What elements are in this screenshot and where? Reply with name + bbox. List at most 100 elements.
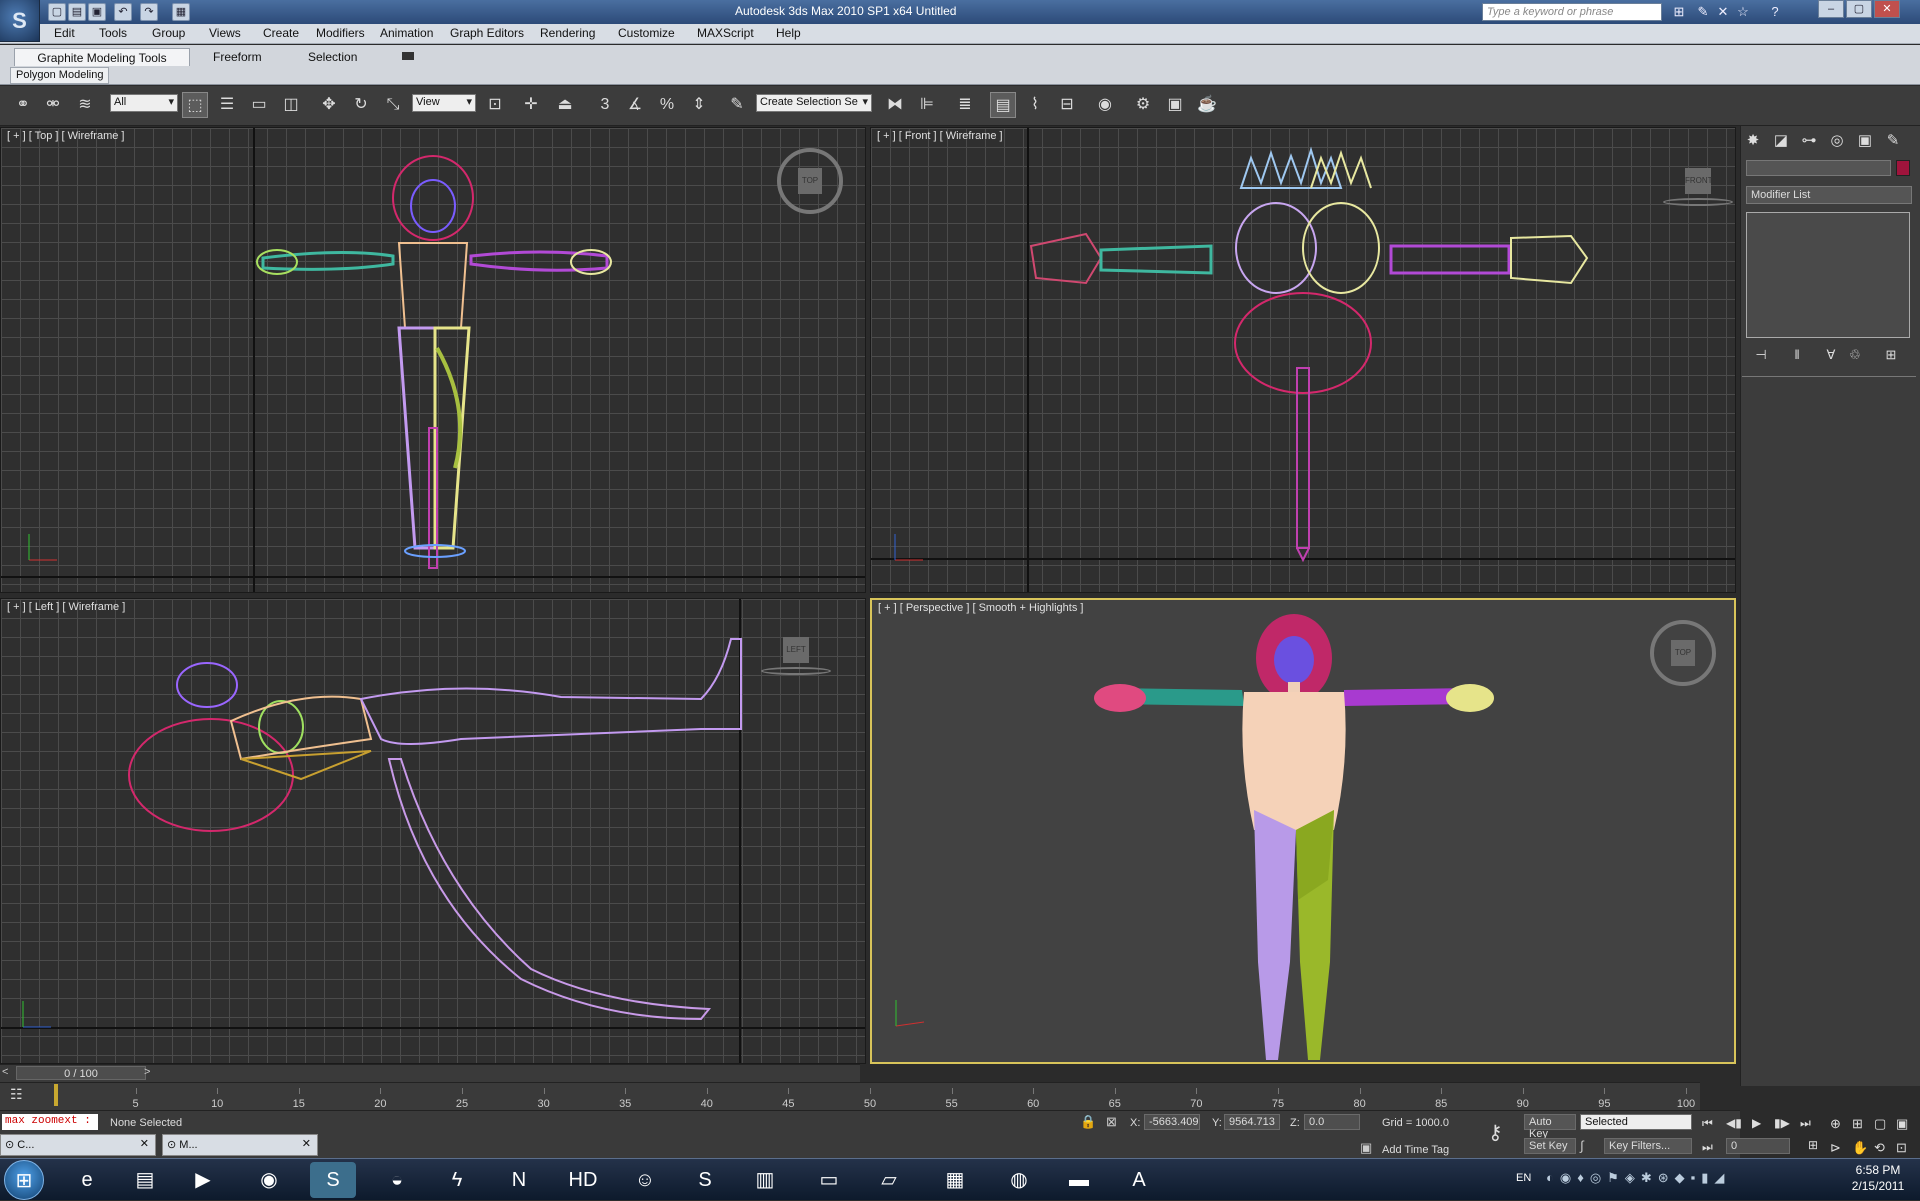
zoom-extents-icon[interactable]: ▢ xyxy=(1874,1116,1886,1132)
rectangular-selection-icon[interactable]: ▭ xyxy=(246,92,272,118)
zoom-extents-all-icon[interactable]: ▣ xyxy=(1896,1116,1908,1132)
graphite-toggle-icon[interactable]: ▤ xyxy=(990,92,1016,118)
next-frame-icon[interactable]: ▮▶ xyxy=(1774,1116,1790,1130)
material-editor-icon[interactable]: ◉ xyxy=(1092,92,1118,118)
viewport-top[interactable]: [ + ] [ Top ] [ Wireframe ] TOP xyxy=(0,127,866,593)
maximize-button[interactable]: ▢ xyxy=(1846,0,1872,18)
menu-help[interactable]: Help xyxy=(776,26,801,40)
app-icon-1[interactable]: ◒ xyxy=(374,1162,420,1198)
set-key-icon[interactable]: ⚷ xyxy=(1488,1120,1503,1145)
menu-animation[interactable]: Animation xyxy=(380,26,433,40)
file-explorer-icon[interactable]: ▤ xyxy=(122,1162,168,1198)
z-coordinate-field[interactable]: 0.0 xyxy=(1304,1114,1360,1130)
selection-filter-dropdown[interactable]: All xyxy=(110,94,178,112)
app-icon-2[interactable]: N xyxy=(496,1162,542,1198)
app-icon-4[interactable]: ▱ xyxy=(866,1162,912,1198)
minimized-window-2-close-icon[interactable]: ✕ xyxy=(302,1137,311,1150)
bind-space-warp-icon[interactable]: ≋ xyxy=(72,92,98,118)
spinner-snap-icon[interactable]: ⇕ xyxy=(686,92,712,118)
new-file-icon[interactable]: ▢ xyxy=(48,3,66,21)
rendered-frame-window-icon[interactable]: ▣ xyxy=(1162,92,1188,118)
application-button[interactable]: S xyxy=(0,0,40,42)
configure-modifier-sets-icon[interactable]: ⊞ xyxy=(1880,344,1902,366)
percent-snap-icon[interactable]: % xyxy=(654,92,680,118)
start-button[interactable]: ⊞ xyxy=(4,1160,44,1200)
firefox-icon[interactable]: ◉ xyxy=(246,1162,292,1198)
zoom-icon[interactable]: ⊕ xyxy=(1830,1116,1841,1132)
menu-modifiers[interactable]: Modifiers xyxy=(316,26,365,40)
app-icon-7[interactable]: A xyxy=(1116,1162,1162,1198)
winrar-icon[interactable]: ▥ xyxy=(742,1162,788,1198)
minimized-window-1-close-icon[interactable]: ✕ xyxy=(140,1137,149,1150)
angle-snap-icon[interactable]: ∡ xyxy=(622,92,648,118)
minimized-window-1[interactable]: ⊙ C... ✕ xyxy=(0,1134,156,1156)
pan-view-icon[interactable]: ✋ xyxy=(1852,1140,1868,1156)
ribbon-options-icon[interactable] xyxy=(402,52,414,60)
project-folder-icon[interactable]: ▦ xyxy=(172,3,190,21)
time-slider-thumb[interactable]: 0 / 100 xyxy=(16,1066,146,1080)
pivot-center-icon[interactable]: ⊡ xyxy=(482,92,508,118)
communication-icon[interactable]: ✕ xyxy=(1714,3,1732,21)
add-time-tag-button[interactable]: Add Time Tag xyxy=(1382,1144,1449,1156)
absolute-mode-icon[interactable]: ⊠ xyxy=(1106,1114,1117,1130)
time-slider-prev-icon[interactable]: < xyxy=(2,1066,8,1078)
close-button[interactable]: ✕ xyxy=(1874,0,1900,18)
flash-icon[interactable]: ϟ xyxy=(434,1162,480,1198)
open-file-icon[interactable]: ▤ xyxy=(68,3,86,21)
edit-named-selection-icon[interactable]: ✎ xyxy=(724,92,750,118)
tab-freeform[interactable]: Freeform xyxy=(205,48,270,66)
current-frame-field[interactable]: 0 xyxy=(1726,1138,1790,1154)
auto-key-button[interactable]: Auto Key xyxy=(1524,1114,1576,1140)
menu-group[interactable]: Group xyxy=(152,26,185,40)
object-color-swatch[interactable] xyxy=(1896,160,1910,176)
tab-selection[interactable]: Selection xyxy=(300,48,365,66)
schematic-view-icon[interactable]: ⊟ xyxy=(1054,92,1080,118)
layer-manager-icon[interactable]: ≣ xyxy=(952,92,978,118)
play-icon[interactable]: ▶ xyxy=(1752,1116,1761,1130)
render-setup-icon[interactable]: ⚙ xyxy=(1130,92,1156,118)
select-by-name-icon[interactable]: ☰ xyxy=(214,92,240,118)
pin-stack-icon[interactable]: ⊣ xyxy=(1750,344,1772,366)
modify-tab-icon[interactable]: ◪ xyxy=(1770,130,1792,152)
select-and-manipulate-icon[interactable]: ✛ xyxy=(518,92,544,118)
mini-curve-editor-icon[interactable]: ☷ xyxy=(10,1086,32,1104)
maximize-viewport-icon[interactable]: ⊡ xyxy=(1896,1140,1907,1156)
curve-editor-icon[interactable]: ⌇ xyxy=(1022,92,1048,118)
display-tab-icon[interactable]: ▣ xyxy=(1854,130,1876,152)
render-production-icon[interactable]: ☕ xyxy=(1194,92,1220,118)
maxscript-listener-field[interactable]: max zoomext : xyxy=(2,1114,98,1130)
calculator-icon[interactable]: ▦ xyxy=(932,1162,978,1198)
menu-edit[interactable]: Edit xyxy=(54,26,75,40)
align-icon[interactable]: ⊫ xyxy=(914,92,940,118)
undo-icon[interactable]: ↶ xyxy=(114,3,132,21)
help-icon[interactable]: ? xyxy=(1766,3,1784,21)
reference-coordinate-dropdown[interactable]: View xyxy=(412,94,476,112)
menu-rendering[interactable]: Rendering xyxy=(540,26,595,40)
app-icon-3[interactable]: HD xyxy=(560,1162,606,1198)
app-icon-5[interactable]: ◍ xyxy=(996,1162,1042,1198)
save-file-icon[interactable]: ▣ xyxy=(88,3,106,21)
show-end-result-icon[interactable]: ‖ xyxy=(1786,344,1808,366)
orbit-icon[interactable]: ⟲ xyxy=(1874,1140,1885,1156)
rotate-icon[interactable]: ↻ xyxy=(348,92,374,118)
help-search-input[interactable]: Type a keyword or phrase xyxy=(1482,3,1662,21)
menu-tools[interactable]: Tools xyxy=(99,26,127,40)
hierarchy-tab-icon[interactable]: ⊶ xyxy=(1798,130,1820,152)
command-prompt-icon[interactable]: ▭ xyxy=(806,1162,852,1198)
menu-create[interactable]: Create xyxy=(263,26,299,40)
menu-graph-editors[interactable]: Graph Editors xyxy=(450,26,524,40)
key-mode-dropdown[interactable]: Selected xyxy=(1580,1114,1692,1130)
media-player-icon[interactable]: ▶ xyxy=(180,1162,226,1198)
binoculars-icon[interactable]: ⊞ xyxy=(1670,3,1688,21)
key-filters-button[interactable]: Key Filters... xyxy=(1604,1138,1692,1154)
keyboard-shortcut-override-icon[interactable]: ⏏ xyxy=(552,92,578,118)
language-indicator[interactable]: EN xyxy=(1516,1172,1531,1184)
mirror-icon[interactable]: ⧓ xyxy=(882,92,908,118)
minimized-window-2[interactable]: ⊙ M... ✕ xyxy=(162,1134,318,1156)
unlink-icon[interactable]: ⚮ xyxy=(40,92,66,118)
object-name-field[interactable] xyxy=(1746,160,1891,176)
menu-views[interactable]: Views xyxy=(209,26,241,40)
field-of-view-icon[interactable]: ⊳ xyxy=(1830,1140,1841,1156)
modifier-list-dropdown[interactable]: Modifier List xyxy=(1746,186,1912,204)
app-icon-6[interactable]: ▬ xyxy=(1056,1162,1102,1198)
